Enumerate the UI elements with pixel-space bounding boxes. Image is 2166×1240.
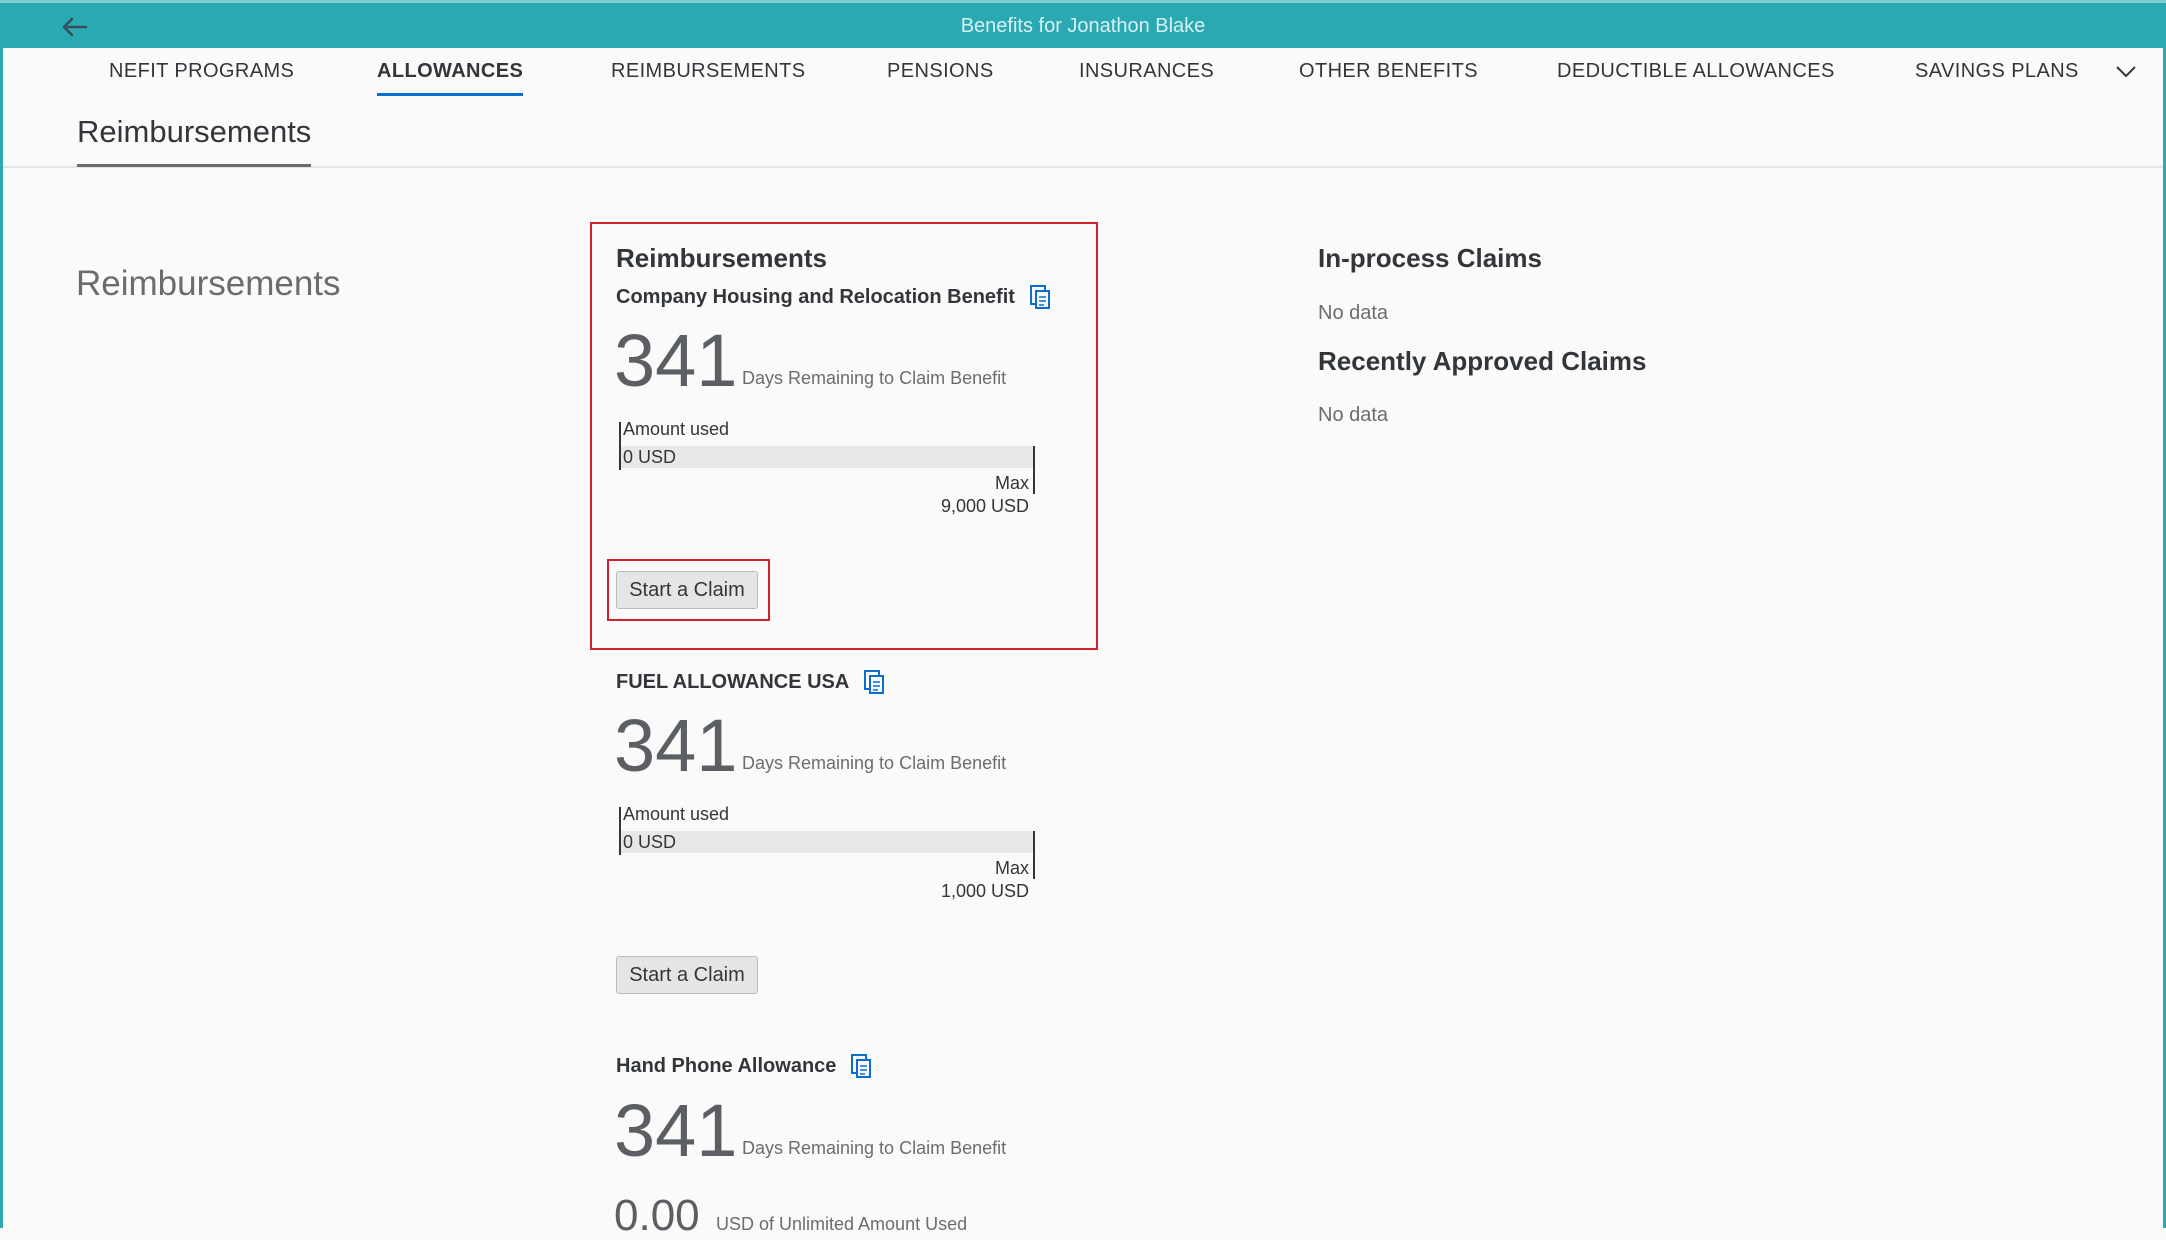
section-tab-reimbursements[interactable]: Reimbursements [77,114,312,167]
max-label: Max [994,858,1029,878]
left-rail [0,96,3,1228]
tab-reimbursements[interactable]: REIMBURSEMENTS [611,60,806,83]
bar-max-line [1033,831,1035,879]
tab-pensions[interactable]: PENSIONS [887,60,994,83]
approved-claims-empty: No data [1318,404,1389,426]
amount-used-label: Amount used [623,804,730,824]
chevron-down-icon [2116,66,2136,78]
amount-used-bar: Amount used 0 USD Max 9,000 USD [619,419,1035,518]
amount-used-bar: Amount used 0 USD Max 1,000 USD [619,804,1035,903]
days-remaining-label: Days Remaining to Claim Benefit [742,1138,1007,1158]
benefit-name-text: FUEL ALLOWANCE USA [616,670,850,693]
section-header: Reimbursements [3,96,2163,168]
max-label: Max [994,473,1029,493]
shell-bar: Benefits for Jonathon Blake [0,0,2166,48]
max-value: 9,000 USD [940,496,1029,516]
copy-document-icon[interactable] [1029,284,1051,310]
benefit-name-text: Company Housing and Relocation Benefit [616,285,1015,308]
tab-overflow-button[interactable] [2115,58,2145,86]
bar-track [621,831,1033,853]
benefit-name-fuel: FUEL ALLOWANCE USA [616,669,885,695]
in-process-claims-title: In-process Claims [1318,243,1542,273]
page-title: Benefits for Jonathon Blake [960,15,1206,37]
tab-allowances[interactable]: ALLOWANCES [377,60,524,96]
tab-savings-plans[interactable]: SAVINGS PLANS [1915,60,2079,83]
days-remaining-value: 341 [614,319,738,402]
amount-used-label: Amount used [623,419,730,439]
amount-used-value: 0.00 [614,1191,700,1240]
start-claim-button[interactable]: Start a Claim [616,956,758,994]
max-value: 1,000 USD [940,881,1029,901]
benefit-name-housing: Company Housing and Relocation Benefit [616,284,1051,310]
tab-insurances[interactable]: INSURANCES [1079,60,1214,83]
days-remaining-label: Days Remaining to Claim Benefit [742,753,1007,773]
benefit-name-hand-phone: Hand Phone Allowance [616,1053,872,1079]
unlimited-amount-label: USD of Unlimited Amount Used [716,1214,968,1234]
benefit-name-text: Hand Phone Allowance [616,1054,837,1077]
bar-track [621,446,1033,468]
days-remaining-value: 341 [614,704,738,787]
start-claim-button[interactable]: Start a Claim [616,571,758,609]
section-title: Reimbursements [76,264,341,303]
tab-other-benefits[interactable]: OTHER BENEFITS [1299,60,1478,83]
bar-max-line [1033,446,1035,494]
days-remaining-value: 341 [614,1089,738,1172]
in-process-claims-empty: No data [1318,302,1389,324]
copy-document-icon[interactable] [850,1053,872,1079]
tab-benefit-programs[interactable]: NEFIT PROGRAMS [109,60,294,83]
approved-claims-title: Recently Approved Claims [1318,346,1647,376]
copy-document-icon[interactable] [863,669,885,695]
tab-deductible-allowances[interactable]: DEDUCTIBLE ALLOWANCES [1557,60,1835,83]
card-heading: Reimbursements [616,243,827,273]
amount-used-value: 0 USD [623,832,677,852]
days-remaining-label: Days Remaining to Claim Benefit [742,368,1007,388]
tab-bar: NEFIT PROGRAMS ALLOWANCES REIMBURSEMENTS… [0,48,2166,96]
amount-used-value: 0 USD [623,447,677,467]
